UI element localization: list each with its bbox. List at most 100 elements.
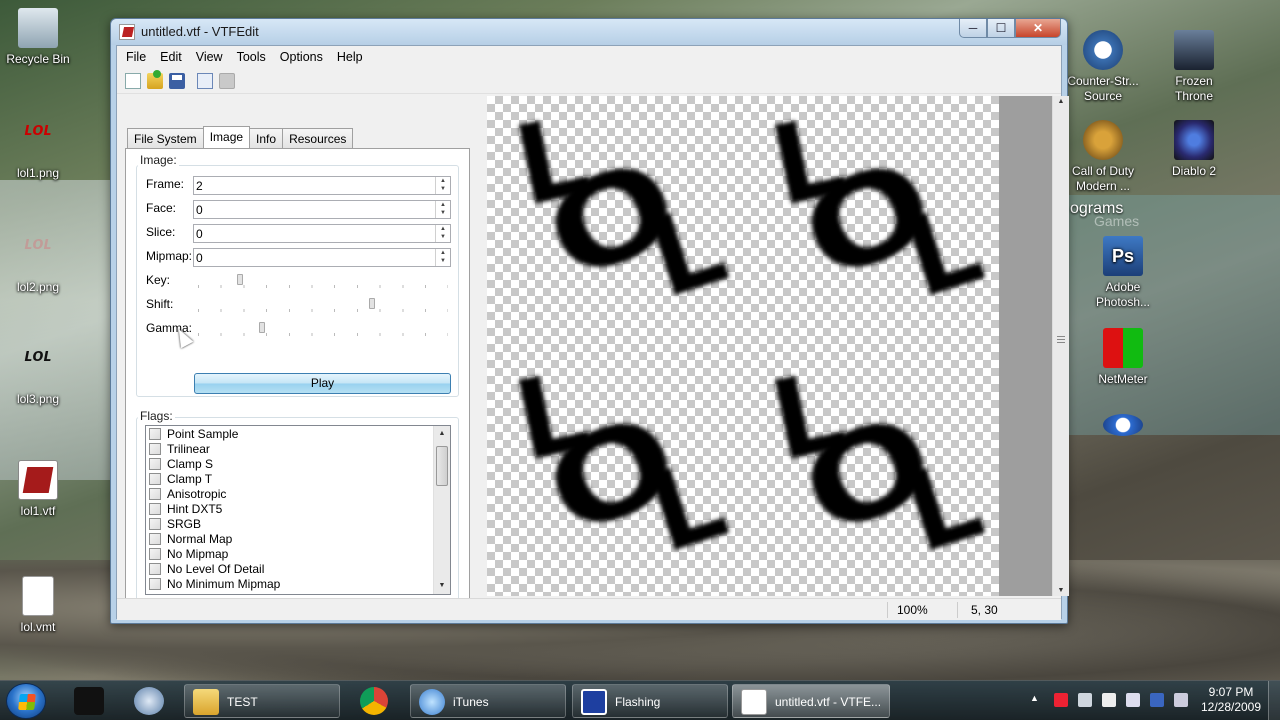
checkbox[interactable] xyxy=(149,442,161,455)
chevron-up-icon[interactable]: ▲ xyxy=(436,249,450,257)
desktop-icon-lol1-png[interactable]: ʟoʟ lol1.png xyxy=(0,120,76,181)
chevron-down-icon[interactable]: ▼ xyxy=(436,257,450,265)
maximize-button[interactable]: ☐ xyxy=(987,19,1015,38)
mipmap-stepper[interactable]: 0 ▲ ▼ xyxy=(193,248,451,267)
desktop-icon-diablo-2[interactable]: Diablo 2 xyxy=(1156,120,1232,179)
scroll-down-icon[interactable]: ▼ xyxy=(434,578,450,594)
tray-steam-icon[interactable] xyxy=(1102,693,1116,707)
checkbox[interactable] xyxy=(149,502,161,515)
desktop-icon-recycle-bin[interactable]: Recycle Bin xyxy=(0,8,76,67)
checkbox[interactable] xyxy=(149,517,161,530)
chevron-up-icon[interactable]: ▲ xyxy=(436,177,450,185)
tab-info[interactable]: Info xyxy=(249,128,284,148)
menu-view[interactable]: View xyxy=(189,46,230,68)
frame-stepper[interactable]: 2 ▲ ▼ xyxy=(193,176,451,195)
chevron-up-icon[interactable]: ▲ xyxy=(436,225,450,233)
flag-item[interactable]: Anisotropic xyxy=(149,486,226,501)
tab-resources[interactable]: Resources xyxy=(282,128,354,148)
desktop-icon-partial[interactable] xyxy=(1085,414,1161,440)
flag-item[interactable]: No Minimum Mipmap xyxy=(149,576,280,591)
flag-item[interactable]: Point Sample xyxy=(149,426,238,441)
checkbox[interactable] xyxy=(149,562,161,575)
chevron-down-icon[interactable]: ▼ xyxy=(436,185,450,193)
scroll-down-icon[interactable]: ▼ xyxy=(1053,587,1069,594)
title-bar[interactable]: untitled.vtf - VTFEdit ─ ☐ ✕ xyxy=(111,19,1067,45)
desktop-icon-lol2-png[interactable]: ʟoʟ lol2.png xyxy=(0,234,76,295)
checkbox[interactable] xyxy=(149,487,161,500)
tray-p-icon[interactable] xyxy=(1150,693,1164,707)
vtfedit-app-icon[interactable] xyxy=(119,24,135,40)
flag-item[interactable]: Normal Map xyxy=(149,531,232,546)
chevron-up-icon[interactable]: ▲ xyxy=(436,201,450,209)
frame-stepper-arrows[interactable]: ▲ ▼ xyxy=(435,177,450,194)
flag-item[interactable]: No Level Of Detail xyxy=(149,561,264,576)
close-button[interactable]: ✕ xyxy=(1015,19,1061,38)
desktop-icon-lol-vmt[interactable]: lol.vmt xyxy=(0,576,76,635)
taskbar-task-flashing[interactable]: Flashing xyxy=(572,684,728,718)
checkbox[interactable] xyxy=(149,472,161,485)
paste-icon[interactable] xyxy=(219,73,235,89)
slice-stepper[interactable]: 0 ▲ ▼ xyxy=(193,224,451,243)
chevron-down-icon[interactable]: ▼ xyxy=(436,209,450,217)
tray-network-icon[interactable] xyxy=(1078,693,1092,707)
minimize-button[interactable]: ─ xyxy=(959,19,987,38)
taskbar-task-test[interactable]: TEST xyxy=(184,684,340,718)
system-clock[interactable]: 9:07 PM 12/28/2009 xyxy=(1196,685,1266,715)
shift-slider[interactable] xyxy=(198,298,448,312)
tray-window-icon[interactable] xyxy=(1126,693,1140,707)
taskbar-task-itunes[interactable]: iTunes xyxy=(410,684,566,718)
desktop-icon-counter-strike[interactable]: Counter-Str... Source xyxy=(1065,30,1141,104)
mipmap-stepper-arrows[interactable]: ▲ ▼ xyxy=(435,249,450,266)
checkbox[interactable] xyxy=(149,532,161,545)
desktop-icon-netmeter[interactable]: NetMeter xyxy=(1085,328,1161,387)
copy-icon[interactable] xyxy=(197,73,213,89)
gamma-slider[interactable] xyxy=(198,322,448,336)
tab-image[interactable]: Image xyxy=(202,126,251,148)
tray-volume-icon[interactable] xyxy=(1174,693,1188,707)
taskbar-task-vtfedit[interactable]: untitled.vtf - VTFE... xyxy=(732,684,890,718)
gamma-slider-thumb[interactable] xyxy=(259,322,265,333)
taskbar-pin-app[interactable] xyxy=(122,684,178,718)
flags-list[interactable]: Point Sample Trilinear Clamp S Clamp T A… xyxy=(145,425,451,595)
play-button[interactable]: Play xyxy=(194,373,451,394)
key-slider[interactable] xyxy=(198,274,448,288)
face-stepper[interactable]: 0 ▲ ▼ xyxy=(193,200,451,219)
menu-help[interactable]: Help xyxy=(330,46,370,68)
checkbox[interactable] xyxy=(149,427,161,440)
shift-slider-thumb[interactable] xyxy=(369,298,375,309)
scroll-thumb[interactable] xyxy=(436,446,448,486)
desktop-icon-frozen-throne[interactable]: Frozen Throne xyxy=(1156,30,1232,104)
flag-item[interactable]: Clamp T xyxy=(149,471,212,486)
menu-options[interactable]: Options xyxy=(273,46,330,68)
flag-item[interactable]: SRGB xyxy=(149,516,201,531)
key-slider-thumb[interactable] xyxy=(237,274,243,285)
vtfedit-window[interactable]: untitled.vtf - VTFEdit ─ ☐ ✕ File Edit V… xyxy=(110,18,1069,624)
flag-item[interactable]: Hint DXT5 xyxy=(149,501,222,516)
checkbox[interactable] xyxy=(149,547,161,560)
checkbox[interactable] xyxy=(149,577,161,590)
preview-scrollbar[interactable]: ▲ ▼ xyxy=(1052,96,1069,596)
flag-item[interactable]: Trilinear xyxy=(149,441,210,456)
open-folder-icon[interactable] xyxy=(147,70,163,89)
new-file-icon[interactable] xyxy=(125,73,141,89)
scroll-grip[interactable] xyxy=(1057,336,1065,344)
scroll-up-icon[interactable]: ▲ xyxy=(1053,98,1069,105)
flag-item[interactable]: No Mipmap xyxy=(149,546,228,561)
checkbox[interactable] xyxy=(149,457,161,470)
tab-file-system[interactable]: File System xyxy=(127,128,204,148)
desktop-icon-photoshop[interactable]: Ps Adobe Photosh... xyxy=(1085,236,1161,310)
tray-flag-icon[interactable] xyxy=(1054,693,1068,707)
face-stepper-arrows[interactable]: ▲ ▼ xyxy=(435,201,450,218)
tray-expand-icon[interactable]: ▲ xyxy=(1030,693,1039,703)
flags-scrollbar[interactable]: ▲ ▼ xyxy=(433,426,450,594)
menu-tools[interactable]: Tools xyxy=(230,46,273,68)
flag-item[interactable]: Clamp S xyxy=(149,456,213,471)
image-preview-viewport[interactable]: L O L L O L L O L L O L xyxy=(487,91,1057,596)
show-desktop-button[interactable] xyxy=(1268,681,1280,720)
taskbar-pin-chrome[interactable] xyxy=(346,684,402,718)
menu-file[interactable]: File xyxy=(119,46,153,68)
menu-edit[interactable]: Edit xyxy=(153,46,189,68)
start-button[interactable] xyxy=(6,683,46,719)
desktop-icon-call-of-duty[interactable]: Call of Duty Modern ... xyxy=(1065,120,1141,194)
taskbar-pin-steam[interactable] xyxy=(62,684,118,718)
